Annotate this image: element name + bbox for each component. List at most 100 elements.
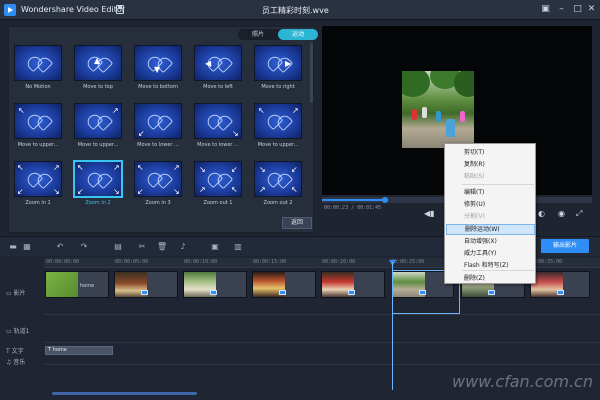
export-button[interactable]: 输出影片 [541,239,589,253]
record-voice-icon[interactable]: ♪ [178,242,188,252]
motion-item[interactable]: ↘ ↙ ↗ ↖ Zoom out 1 [193,161,243,206]
motion-badge-icon [279,290,286,295]
context-menu-item[interactable]: 编辑(T) [446,187,535,198]
overlay-track[interactable] [44,315,600,343]
snapshot-icon[interactable]: ◉ [558,209,565,218]
library-scrollbar[interactable] [310,43,313,103]
ruler-tick-label: 00:00:25:00 [391,259,425,265]
context-menu-item[interactable]: 剪切(T) [446,147,535,158]
zoom-out-icon: ↘ [259,165,266,174]
motion-thumbnail[interactable] [14,45,62,81]
fullscreen-icon[interactable]: ⤢ [576,209,582,219]
snapshot-tool-icon[interactable]: ▣ [210,242,220,252]
video-clip[interactable] [530,271,590,298]
cut-icon[interactable]: ✂ [137,242,147,252]
context-menu-item[interactable]: 修剪(U) [446,199,535,210]
video-clip[interactable] [183,271,247,298]
motion-library-panel: 照片 运动 No Motion ▲ Move to top ▼ Move to bott… [8,26,318,233]
motion-thumbnail[interactable]: ↘ ↙ ↗ ↖ [254,161,302,197]
context-menu-item[interactable]: 分割(V) [446,211,535,222]
motion-thumbnail[interactable]: ↖ [14,103,62,139]
motion-item[interactable]: ▼ Move to bottom [133,45,183,90]
motion-thumbnail[interactable]: ↙ [134,103,182,139]
motion-item[interactable]: No Motion [13,45,63,90]
motion-thumbnail[interactable]: ↘ [194,103,242,139]
redo-icon[interactable]: ↷ [79,242,89,252]
motion-thumbnail[interactable]: ↖ ↗ ↙ ↘ [14,161,62,197]
motion-thumbnail[interactable]: ▶ [254,45,302,81]
storyboard-icon[interactable]: ▦ [22,242,32,252]
maximize-icon[interactable]: □ [572,4,583,15]
zoom-timeline-icon[interactable]: ▬ [8,242,18,252]
text-track[interactable] [44,343,600,365]
motion-item[interactable]: ↖ ↗ ↙ ↘ Zoom in 1 [13,161,63,206]
undo-icon[interactable]: ↶ [55,242,65,252]
save-icon[interactable] [116,5,124,14]
motion-thumbnail[interactable]: ◀ [194,45,242,81]
text-track-label: T 文字 [6,348,24,355]
motion-thumbnail[interactable]: ▼ [134,45,182,81]
back-button[interactable]: 返回 [282,217,312,229]
motion-thumbnail[interactable]: ▲ [74,45,122,81]
video-clip[interactable] [252,271,316,298]
video-clip[interactable] [114,271,178,298]
volume-icon[interactable]: ◐ [538,209,545,218]
overlay-track-label: ▭ 轨道1 [6,328,30,335]
tab-motion[interactable]: 运动 [278,29,318,40]
motion-item[interactable]: ↘ Move to lower ... [193,103,243,148]
arrow-upper-icon: ↗ [292,106,299,115]
motion-label: Move to upper... [257,142,299,148]
close-icon[interactable]: ✕ [586,4,597,15]
motion-item[interactable]: ↙ Move to lower ... [133,103,183,148]
edit-icon[interactable]: ▤ [113,242,123,252]
motion-label: No Motion [25,84,51,90]
settings-icon[interactable]: ▣ [540,4,551,15]
video-clip[interactable] [321,271,385,298]
zoom-out-icon: ↖ [231,185,238,194]
delete-icon[interactable]: 🗑 [157,242,167,252]
motion-label: Move to left [203,84,233,90]
ruler-tick-label: 00:00:00:00 [46,259,80,265]
context-menu-item[interactable]: Flash 和特写(Z) [446,260,535,271]
play-icon[interactable]: ◀▮ [424,209,435,218]
tab-photo[interactable]: 照片 [238,29,278,40]
motion-label: Move to top [83,84,113,90]
context-menu-item[interactable]: 复制(R) [446,159,535,170]
motion-item[interactable]: ↖ ↗ ↙ ↘ Zoom in 2 [73,161,123,206]
motion-item[interactable]: ◀ Move to left [193,45,243,90]
zoom-out-icon: ↙ [231,165,238,174]
context-menu-item[interactable]: 粘贴(S) [446,171,535,182]
arrow-up-icon: ▲ [94,56,101,65]
motion-thumbnail[interactable]: ↗ ↖ [254,103,302,139]
zoom-in-icon: ↗ [53,163,60,172]
motion-item[interactable]: ↗ ↖ Move to upper... [253,103,303,148]
motion-label: Move to bottom [138,84,178,90]
ruler-tick-label: 00:00:20:00 [322,259,356,265]
motion-item[interactable]: ▲ Move to top [73,45,123,90]
motion-item[interactable]: ↗ Move to upper... [73,103,123,148]
motion-thumbnail[interactable]: ↘ ↙ ↗ ↖ [194,161,242,197]
context-menu-item[interactable]: 删除运动(W) [446,224,535,235]
power-tool-icon[interactable]: ▥ [233,242,243,252]
zoom-in-icon: ↘ [113,187,120,196]
text-clip[interactable]: T home [45,346,113,355]
context-menu-item[interactable]: 威力工具(Y) [446,248,535,259]
clip-thumbnail [46,272,78,297]
video-clip[interactable]: home [45,271,109,298]
context-menu-item[interactable]: 删除(Z) [446,273,535,284]
timeline-scrollbar[interactable] [52,392,197,395]
zoom-out-icon: ↗ [199,185,206,194]
preview-time: 00:00:23 / 00:01:45 [324,205,382,211]
motion-thumbnail[interactable]: ↖ ↗ ↙ ↘ [74,161,122,197]
motion-thumbnail[interactable]: ↗ [74,103,122,139]
motion-item[interactable]: ↘ ↙ ↗ ↖ Zoom out 2 [253,161,303,206]
context-menu-item[interactable]: 自动增强(X) [446,236,535,247]
playhead[interactable] [392,262,393,390]
motion-item[interactable]: ▶ Move to right [253,45,303,90]
watermark: www.cfan.com.cn [452,372,593,391]
motion-thumbnail[interactable]: ↖ ↗ ↙ ↘ [134,161,182,197]
progress-knob[interactable] [382,197,388,203]
motion-item[interactable]: ↖ Move to upper... [13,103,63,148]
motion-item[interactable]: ↖ ↗ ↙ ↘ Zoom in 3 [133,161,183,206]
minimize-icon[interactable]: – [556,4,567,15]
